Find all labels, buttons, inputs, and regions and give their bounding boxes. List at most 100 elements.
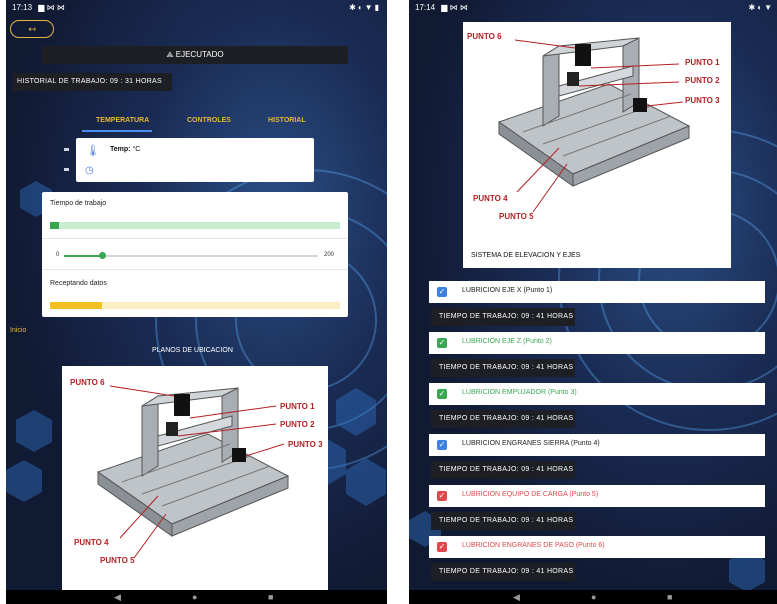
tab-controles[interactable]: CONTROLES xyxy=(187,117,231,124)
work-time-value: 09 : 41 HORAS xyxy=(521,415,574,422)
work-time-value: 09 : 41 HORAS xyxy=(521,517,574,524)
nav-home-icon[interactable]: ● xyxy=(192,592,197,602)
receiving-data-progress-fill xyxy=(50,302,103,309)
tab-historial[interactable]: HISTORIAL xyxy=(268,117,306,124)
lubrication-label: LUBRICION EMPUJADOR (Punto 3) xyxy=(462,389,577,396)
nav-home-icon[interactable]: ● xyxy=(591,592,596,602)
punto-2-label: PUNTO 2 xyxy=(685,76,720,85)
punto-6-label: PUNTO 6 xyxy=(467,32,502,41)
punto-2-label: PUNTO 2 xyxy=(280,420,315,429)
work-time-label: TIEMPO DE TRABAJO: xyxy=(439,568,519,575)
temperature-label: Temp: °C xyxy=(110,146,140,153)
slider-thumb[interactable] xyxy=(99,252,107,259)
executed-icon: ⟁ xyxy=(166,50,176,59)
inicio-link[interactable]: Inicio xyxy=(10,327,26,334)
lubrication-item[interactable]: ✓ LUBRICION EJE X (Punto 1) xyxy=(429,281,765,303)
machine-diagram: PUNTO 6 PUNTO 1 PUNTO 2 PUNTO 3 PUNTO 4 … xyxy=(62,366,328,590)
temp-unit: °C xyxy=(132,146,141,153)
checkbox-icon[interactable]: ✓ xyxy=(437,389,447,399)
work-time-progress-fill xyxy=(50,222,59,229)
work-time-bar: TIEMPO DE TRABAJO: 09 : 41 HORAS xyxy=(431,461,575,479)
work-time-label: TIEMPO DE TRABAJO: xyxy=(439,415,519,422)
divider xyxy=(42,269,348,270)
divider xyxy=(42,238,348,239)
system-nav-bar: ◀ ● ■ xyxy=(409,590,777,604)
thermometer-icon: 🌡 xyxy=(86,145,100,157)
checkbox-icon[interactable]: ✓ xyxy=(437,338,447,348)
lubrication-label: LUBRICION ENGRANES DE PASO (Punto 6) xyxy=(462,542,605,549)
back-arrow-icon: ↤ xyxy=(28,24,36,34)
checkbox-icon[interactable]: ✓ xyxy=(437,491,447,501)
left-tablet-screen: 17:13 ▆ ⋈ ⋈ ✱◐▼▮ ↤ ⟁ EJECUTADO HISTORIAL… xyxy=(6,0,387,604)
checkbox-icon[interactable]: ✓ xyxy=(437,542,447,552)
lubrication-label: LUBRICION ENGRANES SIERRA (Punto 4) xyxy=(462,440,600,447)
slider-max-label: 200 xyxy=(324,252,335,258)
side-marker xyxy=(64,148,69,151)
punto-1-label: PUNTO 1 xyxy=(280,402,315,411)
lubrication-item[interactable]: ✓ LUBRICION EMPUJADOR (Punto 3) xyxy=(429,383,765,405)
punto-3-label: PUNTO 3 xyxy=(685,96,720,105)
planos-title: PLANOS DE UBICACION xyxy=(152,347,233,354)
punto-3-label: PUNTO 3 xyxy=(288,440,323,449)
receiving-data-title: Receptando datos xyxy=(50,280,107,287)
work-time-bar: TIEMPO DE TRABAJO: 09 : 41 HORAS xyxy=(431,359,575,377)
work-time-card: Tiempo de trabajo 0 200 Receptando datos xyxy=(42,192,348,317)
executed-label: EJECUTADO xyxy=(175,50,224,59)
right-tablet-screen: 17:14 ▆ ⋈ ⋈ ✱◐▼ PUNTO 6 PUNTO 1 PUNTO 2 … xyxy=(409,0,777,604)
nav-recents-icon[interactable]: ■ xyxy=(268,592,273,602)
work-time-progress xyxy=(50,222,340,229)
work-history-bar: HISTORIAL DE TRABAJO: 09 : 31 HORAS xyxy=(12,73,172,91)
notification-icons: ▆ ⋈ ⋈ xyxy=(38,3,65,12)
checkbox-icon[interactable]: ✓ xyxy=(437,287,447,297)
punto-5-label: PUNTO 5 xyxy=(100,556,135,565)
executed-status-bar: ⟁ EJECUTADO xyxy=(42,46,348,64)
work-time-title: Tiempo de trabajo xyxy=(50,200,107,207)
timer-icon: ◷ xyxy=(85,165,94,176)
status-bar: 17:14 ▆ ⋈ ⋈ ✱◐▼ xyxy=(409,0,777,15)
work-time-value: 09 : 41 HORAS xyxy=(521,568,574,575)
system-label: SISTEMA DE ELEVACION Y EJES xyxy=(471,252,581,259)
lubrication-item[interactable]: ✓ LUBRICION EJE Z (Punto 2) xyxy=(429,332,765,354)
slider-min-label: 0 xyxy=(56,252,60,258)
nav-recents-icon[interactable]: ■ xyxy=(667,592,672,602)
checkbox-icon[interactable]: ✓ xyxy=(437,440,447,450)
machine-diagram: PUNTO 6 PUNTO 1 PUNTO 2 PUNTO 3 PUNTO 4 … xyxy=(463,22,731,268)
lubrication-item[interactable]: ✓ LUBRICION EQUIPO DE CARGA (Punto 5) xyxy=(429,485,765,507)
work-time-bar: TIEMPO DE TRABAJO: 09 : 41 HORAS xyxy=(431,563,575,581)
lubrication-label: LUBRICION EQUIPO DE CARGA (Punto 5) xyxy=(462,491,599,498)
work-time-bar: TIEMPO DE TRABAJO: 09 : 41 HORAS xyxy=(431,308,575,326)
work-time-label: TIEMPO DE TRABAJO: xyxy=(439,313,519,320)
temp-label: Temp: xyxy=(110,146,131,153)
nav-back-icon[interactable]: ◀ xyxy=(114,592,121,603)
lubrication-item[interactable]: ✓ LUBRICION ENGRANES SIERRA (Punto 4) xyxy=(429,434,765,456)
active-tab-indicator xyxy=(82,130,152,132)
system-nav-bar: ◀ ● ■ xyxy=(6,590,387,604)
status-right-icons: ✱◐▼▮ xyxy=(349,3,381,12)
status-time: 17:13 xyxy=(12,3,33,12)
punto-5-label: PUNTO 5 xyxy=(499,212,534,221)
side-marker xyxy=(64,168,69,171)
lubrication-label: LUBRICION EJE X (Punto 1) xyxy=(462,287,553,294)
work-time-label: TIEMPO DE TRABAJO: xyxy=(439,364,519,371)
work-history-value: 09 : 31 HORAS xyxy=(109,78,162,85)
receiving-data-progress xyxy=(50,302,340,309)
tab-bar: TEMPERATURA CONTROLES HISTORIAL xyxy=(62,114,342,134)
tab-temperatura[interactable]: TEMPERATURA xyxy=(96,117,149,124)
work-time-label: TIEMPO DE TRABAJO: xyxy=(439,466,519,473)
work-history-label: HISTORIAL DE TRABAJO: xyxy=(17,78,108,85)
work-time-bar: TIEMPO DE TRABAJO: 09 : 41 HORAS xyxy=(431,410,575,428)
back-button[interactable]: ↤ xyxy=(10,20,54,38)
nav-back-icon[interactable]: ◀ xyxy=(513,592,520,603)
status-time: 17:14 xyxy=(415,3,436,12)
punto-4-label: PUNTO 4 xyxy=(74,538,109,547)
work-time-value: 09 : 41 HORAS xyxy=(521,466,574,473)
work-time-value: 09 : 41 HORAS xyxy=(521,364,574,371)
lubrication-label: LUBRICION EJE Z (Punto 2) xyxy=(462,338,552,345)
punto-6-label: PUNTO 6 xyxy=(70,378,105,387)
work-time-value: 09 : 41 HORAS xyxy=(521,313,574,320)
notification-icons: ▆ ⋈ ⋈ xyxy=(441,3,468,12)
slider-fill xyxy=(64,255,103,257)
punto-1-label: PUNTO 1 xyxy=(685,58,720,67)
work-time-label: TIEMPO DE TRABAJO: xyxy=(439,517,519,524)
lubrication-item[interactable]: ✓ LUBRICION ENGRANES DE PASO (Punto 6) xyxy=(429,536,765,558)
